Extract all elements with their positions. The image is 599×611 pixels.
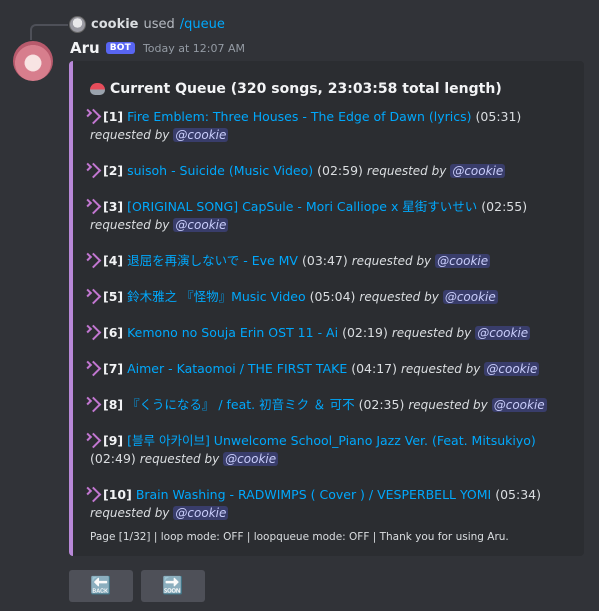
queue-embed: Current Queue (320 songs, 23:03:58 total… [69, 61, 584, 556]
queue-entry: [6] Kemono no Souja Erin OST 11 - Ai (02… [85, 324, 575, 342]
next-track-icon [85, 396, 102, 413]
queue-entry: [4] 退屈を再演しないで - Eve MV (03:47) requested… [85, 252, 575, 270]
previous-page-button[interactable]: 🔙 [69, 570, 133, 602]
reply-username[interactable]: cookie [91, 17, 139, 32]
entry-number: [5] [103, 289, 124, 304]
song-duration: (05:31) [475, 109, 522, 124]
requested-by-label: requested by [90, 218, 170, 232]
next-track-icon [85, 162, 102, 179]
song-duration: (02:49) [90, 451, 136, 466]
user-mention[interactable]: @cookie [435, 254, 491, 268]
requested-by-label: requested by [408, 398, 488, 412]
next-page-button[interactable]: 🔜 [141, 570, 205, 602]
song-link[interactable]: suisoh - Suicide (Music Video) [127, 163, 313, 178]
song-link[interactable]: [ORIGINAL SONG] CapSule - Mori Calliope … [127, 199, 477, 214]
requested-by-label: requested by [359, 290, 439, 304]
entry-number: [2] [103, 163, 124, 178]
song-link[interactable]: 退屈を再演しないで - Eve MV [127, 253, 298, 268]
user-mention[interactable]: @cookie [173, 218, 229, 232]
queue-entry: [10] Brain Washing - RADWIMPS ( Cover ) … [85, 486, 575, 522]
user-mention[interactable]: @cookie [475, 326, 531, 340]
mushroom-icon [90, 83, 105, 95]
user-mention[interactable]: @cookie [442, 290, 498, 304]
reply-connector [30, 24, 68, 40]
embed-title: Current Queue (320 songs, 23:03:58 total… [90, 81, 502, 97]
song-duration: (05:34) [495, 487, 541, 502]
reply-avatar[interactable] [69, 16, 86, 33]
timestamp[interactable]: Today at 12:07 AM [143, 42, 245, 55]
song-link[interactable]: 『くうになる』 / feat. 初音ミク ＆ 可不 [127, 397, 354, 412]
reply-command[interactable]: /queue [180, 17, 225, 32]
entry-number: [10] [103, 487, 132, 502]
next-track-icon [85, 432, 102, 449]
reply-used-text: used [143, 17, 175, 32]
queue-entry: [3] [ORIGINAL SONG] CapSule - Mori Calli… [85, 198, 575, 234]
user-mention[interactable]: @cookie [173, 128, 229, 142]
entry-number: [9] [103, 433, 124, 448]
song-link[interactable]: Brain Washing - RADWIMPS ( Cover ) / VES… [136, 487, 491, 502]
requested-by-label: requested by [90, 506, 170, 520]
embed-title-text: Current Queue (320 songs, 23:03:58 total… [110, 81, 502, 97]
message-header: Aru BOT Today at 12:07 AM [70, 39, 245, 57]
avatar-face [25, 55, 41, 71]
next-track-icon [85, 252, 102, 269]
song-duration: (02:19) [342, 325, 388, 340]
song-link[interactable]: 鈴木雅之 『怪物』Music Video [127, 289, 306, 304]
forward-arrow-icon: 🔜 [162, 575, 184, 596]
queue-entry: [2] suisoh - Suicide (Music Video) (02:5… [85, 162, 575, 180]
song-duration: (02:35) [358, 397, 405, 412]
avatar[interactable] [13, 41, 53, 81]
next-track-icon [85, 324, 102, 341]
requested-by-label: requested by [400, 362, 481, 376]
song-duration: (04:17) [351, 361, 397, 376]
song-duration: (02:55) [481, 199, 528, 214]
song-link[interactable]: [블루 아카이브] Unwelcome School_Piano Jazz Ve… [127, 433, 536, 448]
requested-by-label: requested by [366, 164, 447, 178]
user-mention[interactable]: @cookie [491, 398, 547, 412]
queue-entry: [5] 鈴木雅之 『怪物』Music Video (05:04) request… [85, 288, 575, 306]
song-duration: (05:04) [309, 289, 356, 304]
entry-number: [7] [103, 361, 124, 376]
requested-by-label: requested by [351, 254, 432, 268]
user-mention[interactable]: @cookie [223, 452, 279, 466]
song-link[interactable]: Kemono no Souja Erin OST 11 - Ai [127, 325, 338, 340]
entry-number: [4] [103, 253, 124, 268]
entry-number: [3] [103, 199, 124, 214]
user-mention[interactable]: @cookie [484, 362, 540, 376]
entry-number: [1] [103, 109, 124, 124]
song-duration: (02:59) [317, 163, 363, 178]
entry-number: [6] [103, 325, 124, 340]
song-duration: (03:47) [301, 253, 348, 268]
song-link[interactable]: Fire Emblem: Three Houses - The Edge of … [127, 109, 471, 124]
next-track-icon [85, 108, 102, 125]
queue-entry: [8] 『くうになる』 / feat. 初音ミク ＆ 可不 (02:35) re… [85, 396, 575, 414]
requested-by-label: requested by [90, 128, 170, 142]
bot-badge: BOT [105, 42, 135, 54]
entry-number: [8] [103, 397, 124, 412]
queue-entry: [7] Aimer - Kataomoi / THE FIRST TAKE (0… [85, 360, 575, 378]
embed-footer: Page [1/32] | loop mode: OFF | loopqueue… [90, 531, 509, 543]
reply-context[interactable]: cookie used /queue [69, 16, 225, 33]
next-track-icon [85, 486, 102, 503]
author-name[interactable]: Aru [70, 39, 100, 57]
next-track-icon [85, 288, 102, 305]
next-track-icon [85, 198, 102, 215]
song-link[interactable]: Aimer - Kataomoi / THE FIRST TAKE [127, 361, 347, 376]
queue-entry: [1] Fire Emblem: Three Houses - The Edge… [85, 108, 575, 144]
back-arrow-icon: 🔙 [90, 575, 112, 596]
requested-by-label: requested by [391, 326, 472, 340]
next-track-icon [85, 360, 102, 377]
queue-entry: [9] [블루 아카이브] Unwelcome School_Piano Jaz… [85, 432, 575, 468]
user-mention[interactable]: @cookie [450, 164, 506, 178]
requested-by-label: requested by [139, 452, 220, 466]
user-mention[interactable]: @cookie [173, 506, 229, 520]
